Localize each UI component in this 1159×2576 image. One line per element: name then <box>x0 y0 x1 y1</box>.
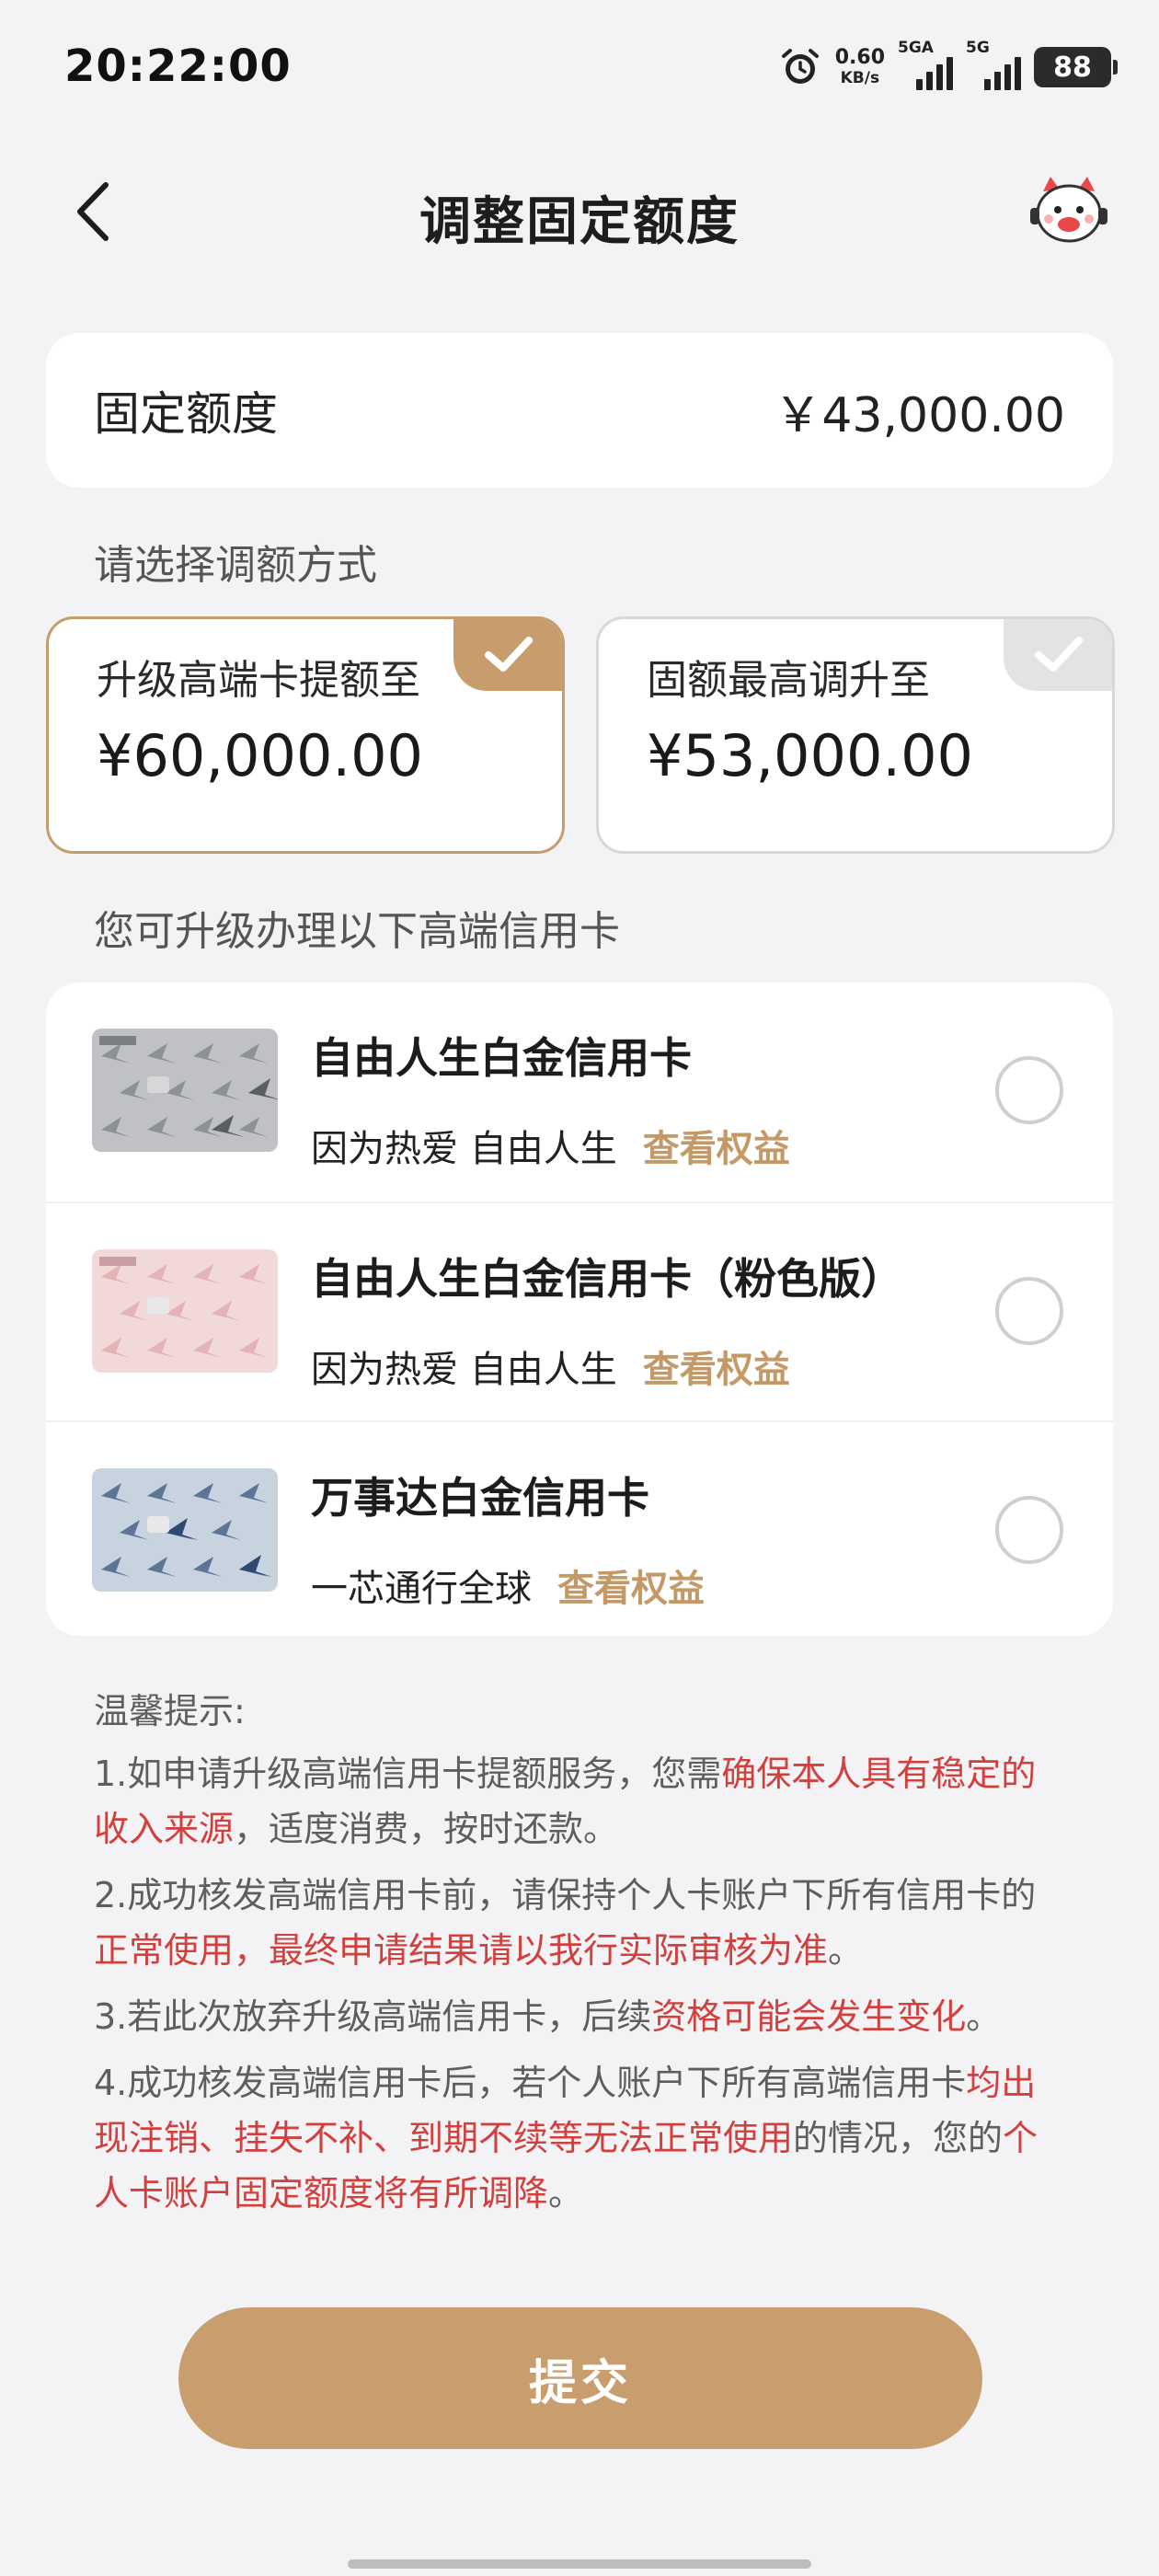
view-benefits-link[interactable]: 查看权益 <box>557 1568 705 1610</box>
card-radio[interactable] <box>995 1056 1063 1124</box>
fixed-quota-label: 固定额度 <box>94 387 278 441</box>
option-upgrade-card[interactable]: 升级高端卡提额至 ¥60,000.00 <box>46 616 565 854</box>
tip-item: 1.如申请升级高端信用卡提额服务，您需确保本人具有稳定的收入来源，适度消费，按时… <box>94 1746 1069 1857</box>
unselected-check-badge <box>1004 619 1112 691</box>
option-label: 固额最高调升至 <box>647 657 930 704</box>
card-image-blue <box>92 1468 278 1592</box>
card-name: 自由人生白金信用卡（粉色版） <box>311 1254 903 1304</box>
status-icons: 0.60 KB/s 5GA 5G 88 <box>778 39 1118 90</box>
tip-item: 3.若此次放弃升级高端信用卡，后续资格可能会发生变化。 <box>94 1989 1069 2044</box>
net-speed-value: 0.60 <box>834 46 885 69</box>
alarm-icon <box>781 49 819 84</box>
tip-highlight: 资格可能会发生变化 <box>651 1996 967 2037</box>
card-name: 万事达白金信用卡 <box>311 1473 649 1523</box>
fixed-quota-card: 固定额度 ￥43,000.00 <box>46 333 1113 488</box>
option-label: 升级高端卡提额至 <box>97 657 420 704</box>
tips-section: 温馨提示: 1.如申请升级高端信用卡提额服务，您需确保本人具有稳定的收入来源，适… <box>94 1684 1069 2232</box>
check-icon <box>1035 637 1083 672</box>
signal-label: 5GA <box>898 39 934 57</box>
card-radio[interactable] <box>995 1277 1063 1345</box>
card-image-silver <box>92 1029 278 1152</box>
submit-button[interactable]: 提交 <box>178 2307 982 2449</box>
status-time: 20:22:00 <box>64 40 292 92</box>
status-bar: 20:22:00 0.60 KB/s 5GA 5G 88 <box>0 0 1159 147</box>
assistant-mascot-icon[interactable] <box>1027 173 1111 252</box>
signal-icon: 5G <box>966 39 1021 90</box>
tip-highlight: 正常使用，最终申请结果请以我行实际审核为准 <box>94 1930 829 1971</box>
tip-text: 的情况，您的 <box>793 2118 1004 2158</box>
list-item-card[interactable]: 自由人生白金信用卡（粉色版） 因为热爱 自由人生 查看权益 <box>46 1202 1113 1419</box>
battery-level: 88 <box>1053 51 1092 84</box>
tip-text: 4.成功核发高端信用卡后，若个人账户下所有高端信用卡 <box>94 2063 967 2103</box>
page-title: 调整固定额度 <box>419 192 740 252</box>
nav-bar: 调整固定额度 <box>0 156 1159 267</box>
fixed-quota-value: ￥43,000.00 <box>774 387 1065 443</box>
option-raise-fixed[interactable]: 固额最高调升至 ¥53,000.00 <box>596 616 1115 854</box>
method-section-label: 请选择调额方式 <box>94 542 377 589</box>
list-item-card[interactable]: 自由人生白金信用卡 因为热爱 自由人生 查看权益 <box>46 983 1113 1200</box>
home-indicator[interactable] <box>348 2559 811 2569</box>
signal-icon: 5GA <box>898 39 953 90</box>
card-slogan-text: 因为热爱 自由人生 <box>311 1349 617 1391</box>
card-slogan: 因为热爱 自由人生 查看权益 <box>311 1119 790 1172</box>
option-amount: ¥53,000.00 <box>647 722 973 789</box>
net-speed-unit: KB/s <box>840 69 880 87</box>
card-name: 自由人生白金信用卡 <box>311 1033 692 1083</box>
tip-item: 2.成功核发高端信用卡前，请保持个人卡账户下所有信用卡的正常使用，最终申请结果请… <box>94 1868 1069 1978</box>
card-slogan-text: 一芯通行全球 <box>311 1568 532 1610</box>
tips-title: 温馨提示: <box>94 1691 246 1731</box>
card-image-pink <box>92 1249 278 1373</box>
net-speed: 0.60 KB/s <box>835 48 885 86</box>
check-icon <box>485 637 533 672</box>
tip-text: 。 <box>828 1930 864 1971</box>
tip-text: ，适度消费，按时还款。 <box>234 1809 619 1849</box>
selected-check-badge <box>453 619 562 691</box>
option-amount: ¥60,000.00 <box>97 722 423 789</box>
tip-text: 。 <box>966 1996 1002 2037</box>
upgrade-section-label: 您可升级办理以下高端信用卡 <box>94 908 620 955</box>
tip-item: 4.成功核发高端信用卡后，若个人账户下所有高端信用卡均出现注销、挂失不补、到期不… <box>94 2055 1069 2221</box>
view-benefits-link[interactable]: 查看权益 <box>643 1128 790 1170</box>
list-item-card[interactable]: 万事达白金信用卡 一芯通行全球 查看权益 <box>46 1420 1113 1636</box>
card-list: 自由人生白金信用卡 因为热爱 自由人生 查看权益 自由人生白金信用卡（粉色版） 因… <box>46 983 1113 1636</box>
tip-text: 2.成功核发高端信用卡前，请保持个人卡账户下所有信用卡的 <box>94 1875 1037 1915</box>
battery-icon: 88 <box>1034 47 1118 87</box>
card-slogan: 一芯通行全球 查看权益 <box>311 1558 705 1612</box>
tip-text: 。 <box>548 2173 584 2214</box>
signal-label: 5G <box>966 39 990 57</box>
card-slogan: 因为热爱 自由人生 查看权益 <box>311 1340 790 1393</box>
card-radio[interactable] <box>995 1496 1063 1564</box>
tip-text: 1.如申请升级高端信用卡提额服务，您需 <box>94 1754 722 1794</box>
card-slogan-text: 因为热爱 自由人生 <box>311 1128 617 1170</box>
tip-text: 3.若此次放弃升级高端信用卡，后续 <box>94 1996 652 2037</box>
view-benefits-link[interactable]: 查看权益 <box>643 1349 790 1391</box>
